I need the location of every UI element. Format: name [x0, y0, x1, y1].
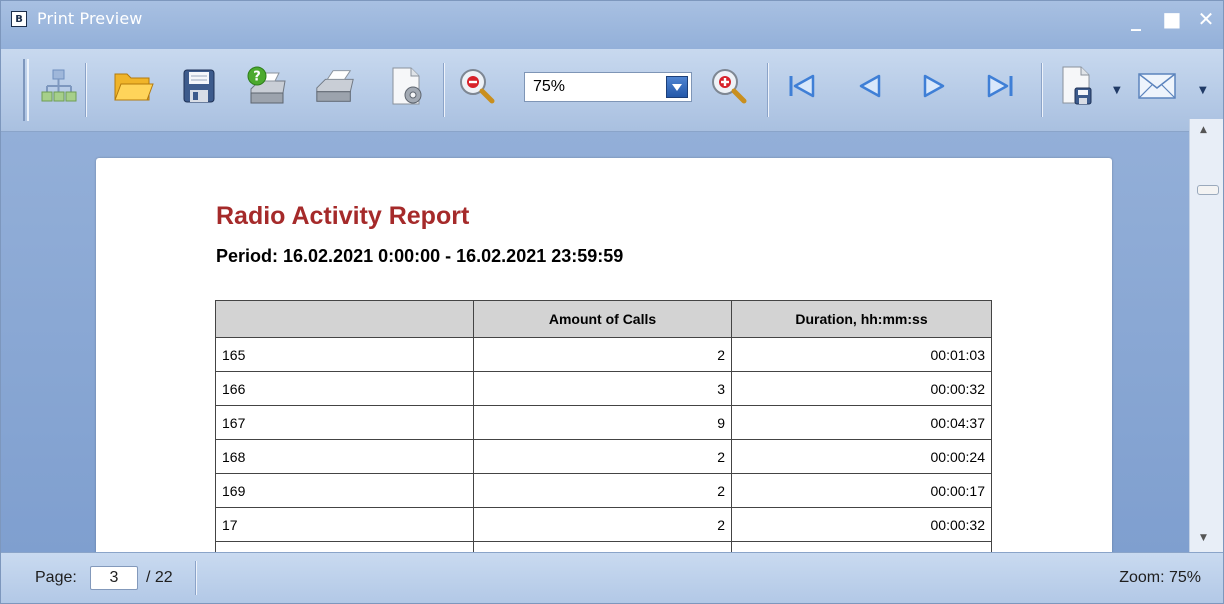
cell-id: 169	[215, 473, 474, 508]
cell-duration: 00:00:32	[731, 371, 992, 406]
open-button[interactable]	[111, 61, 155, 111]
send-email-icon	[1138, 73, 1176, 99]
cell-duration: 00:00:32	[731, 507, 992, 542]
toolbar-separator	[1041, 63, 1043, 117]
print-preview-window: B Print Preview _ ■ ✕ ? 75% ▼ ▼ Radio Ac…	[0, 0, 1224, 604]
save-button[interactable]	[177, 61, 221, 111]
first-page-icon	[789, 74, 815, 98]
cell-calls: 2	[473, 473, 732, 508]
cell-calls: 2	[473, 439, 732, 474]
table-row-partial	[215, 541, 992, 552]
open-folder-icon	[114, 73, 154, 101]
cell-id: 167	[215, 405, 474, 440]
previous-page-button[interactable]	[847, 61, 891, 111]
table-row: 17 2 00:00:32	[215, 507, 992, 542]
page-setup-button[interactable]	[385, 61, 429, 111]
table-row: 169 2 00:00:17	[215, 473, 992, 508]
table-row: 167 9 00:04:37	[215, 405, 992, 440]
window-title: Print Preview	[37, 9, 143, 28]
status-bar: Page: 3 / 22 Zoom: 75%	[1, 552, 1223, 603]
toolbar-separator	[443, 63, 445, 117]
last-page-button[interactable]	[979, 61, 1023, 111]
table-row: 166 3 00:00:32	[215, 371, 992, 406]
zoom-combobox[interactable]: 75%	[524, 72, 692, 102]
scroll-down-arrow-icon[interactable]: ▼	[1200, 533, 1207, 543]
save-icon	[183, 69, 215, 103]
zoom-out-button[interactable]	[455, 61, 499, 111]
quick-print-icon	[316, 70, 354, 102]
next-page-icon	[923, 74, 945, 98]
current-page-input[interactable]: 3	[90, 566, 138, 590]
svg-text:?: ?	[253, 70, 261, 85]
toolbar-separator	[85, 63, 87, 117]
minimize-button[interactable]: _	[1125, 9, 1147, 29]
zoom-combobox-value: 75%	[533, 78, 566, 95]
cell-id: 165	[215, 337, 474, 372]
zoom-out-icon	[460, 69, 495, 104]
cell-calls: 2	[473, 337, 732, 372]
scroll-up-arrow-icon[interactable]: ▲	[1200, 125, 1207, 135]
table-row: 168 2 00:00:24	[215, 439, 992, 474]
cell-calls: 9	[473, 405, 732, 440]
cell-id: 166	[215, 371, 474, 406]
table-row: 165 2 00:01:03	[215, 337, 992, 372]
toolbar-grip[interactable]	[23, 59, 29, 121]
first-page-button[interactable]	[779, 61, 823, 111]
toolbar-separator	[767, 63, 769, 117]
quick-print-button[interactable]	[313, 61, 357, 111]
cell-calls: 3	[473, 371, 732, 406]
toolbar: ? 75% ▼ ▼	[1, 49, 1223, 132]
preview-area[interactable]: Radio Activity Report Period: 16.02.2021…	[1, 132, 1189, 552]
column-header	[215, 300, 474, 338]
page-setup-icon	[392, 67, 422, 105]
report-period: Period: 16.02.2021 0:00:00 - 16.02.2021 …	[216, 246, 624, 266]
vertical-scrollbar[interactable]: ▲ ▼	[1189, 119, 1223, 552]
status-separator	[195, 561, 197, 595]
report-title: Radio Activity Report	[216, 202, 470, 230]
report-page: Radio Activity Report Period: 16.02.2021…	[96, 158, 1112, 552]
close-button[interactable]: ✕	[1195, 9, 1217, 29]
title-bar[interactable]: B Print Preview _ ■ ✕	[1, 1, 1223, 49]
cell-id: 168	[215, 439, 474, 474]
cell-id: 17	[215, 507, 474, 542]
print-dialog-icon: ?	[247, 66, 286, 104]
last-page-icon	[987, 74, 1013, 98]
app-icon: B	[11, 11, 27, 27]
document-map-icon	[41, 69, 77, 102]
column-header: Duration, hh:mm:ss	[731, 300, 992, 338]
print-dialog-button[interactable]: ?	[245, 61, 289, 111]
export-document-icon	[1062, 66, 1092, 105]
cell-calls: 2	[473, 507, 732, 542]
export-dropdown-arrow[interactable]: ▼	[1113, 85, 1121, 96]
next-page-button[interactable]	[913, 61, 957, 111]
cell-duration: 00:00:24	[731, 439, 992, 474]
chevron-down-icon[interactable]	[666, 76, 688, 98]
table-header-row: Amount of Calls Duration, hh:mm:ss	[215, 300, 992, 338]
email-dropdown-arrow[interactable]: ▼	[1199, 85, 1207, 96]
cell-duration: 00:01:03	[731, 337, 992, 372]
column-header: Amount of Calls	[473, 300, 732, 338]
document-map-button[interactable]	[37, 61, 81, 111]
send-email-button[interactable]	[1135, 61, 1179, 111]
zoom-status: Zoom: 75%	[1119, 569, 1201, 586]
cell-duration: 00:04:37	[731, 405, 992, 440]
page-label: Page:	[35, 569, 77, 586]
report-table: Amount of Calls Duration, hh:mm:ss 165 2…	[215, 300, 992, 552]
zoom-in-button[interactable]	[707, 61, 751, 111]
maximize-button[interactable]: ■	[1161, 9, 1183, 29]
previous-page-icon	[859, 74, 881, 98]
scroll-thumb[interactable]	[1197, 185, 1219, 195]
zoom-in-icon	[712, 69, 747, 104]
export-document-button[interactable]	[1055, 61, 1099, 111]
page-total: / 22	[146, 569, 173, 586]
cell-duration: 00:00:17	[731, 473, 992, 508]
